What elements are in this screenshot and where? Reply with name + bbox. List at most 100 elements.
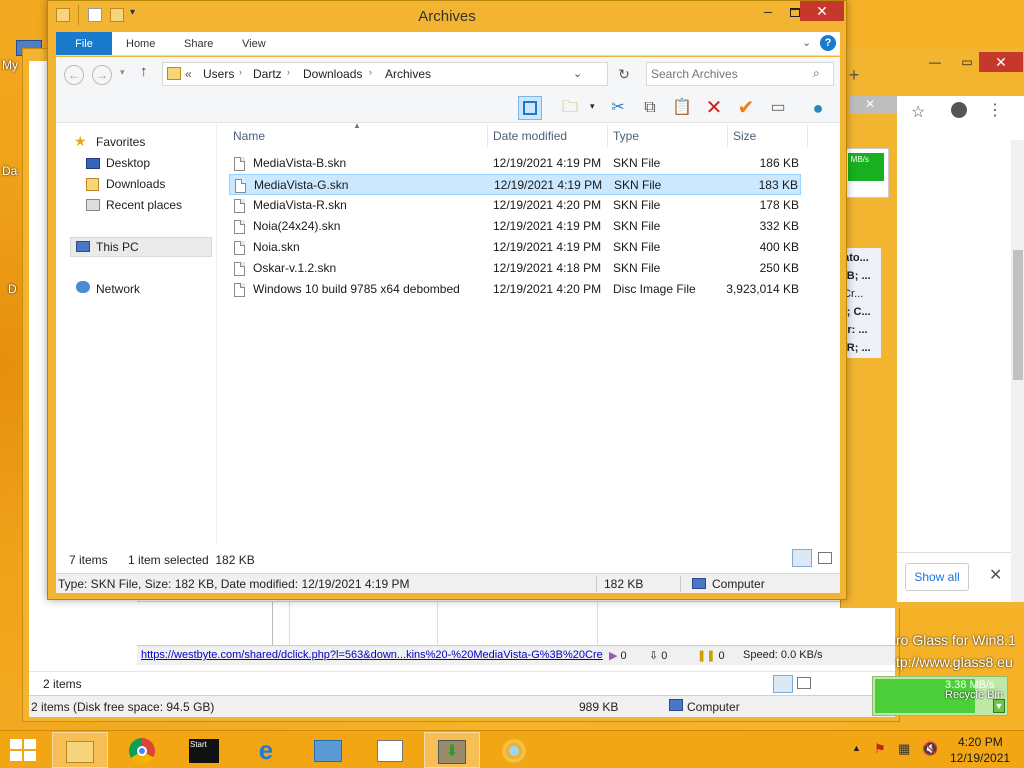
- cut-icon[interactable]: ✂: [606, 96, 630, 120]
- taskbar-chrome[interactable]: [114, 732, 170, 768]
- nav-desktop[interactable]: Desktop: [106, 153, 150, 173]
- show-all-button[interactable]: Show all: [905, 563, 969, 591]
- glass-line-1: ro Glass for Win8.1: [896, 632, 1016, 648]
- help-icon[interactable]: ?: [820, 35, 836, 51]
- file-row[interactable]: MediaVista-G.skn 12/19/2021 4:19 PM SKN Fi…: [229, 174, 801, 195]
- tray-chevron-up-icon[interactable]: ▲: [852, 743, 861, 753]
- windows-start-icon[interactable]: [10, 739, 36, 761]
- breadcrumb-dartz[interactable]: Dartz: [253, 67, 282, 81]
- clock-date[interactable]: 12/19/2021: [950, 751, 1010, 765]
- forward-icon[interactable]: →: [92, 65, 112, 85]
- file-icon: [234, 237, 245, 258]
- file-icon: [234, 258, 245, 279]
- file-size: 332 KB: [759, 219, 799, 233]
- up-icon[interactable]: ↑: [140, 63, 148, 80]
- file-row[interactable]: Oskar-v.1.2.skn 12/19/2021 4:18 PM SKN Fil…: [229, 258, 801, 279]
- chevron-right-icon[interactable]: ›: [239, 67, 242, 77]
- maximize-icon[interactable]: ▭: [955, 54, 979, 70]
- large-icons-view-icon[interactable]: [818, 552, 832, 564]
- nav-network[interactable]: Network: [96, 279, 140, 299]
- column-name[interactable]: Name: [233, 129, 265, 143]
- network-tray-icon[interactable]: ▦: [898, 741, 914, 757]
- chevron-down-icon[interactable]: ▼: [993, 699, 1005, 713]
- scrollbar-thumb[interactable]: [1013, 250, 1023, 380]
- column-date-modified[interactable]: Date modified: [493, 129, 567, 143]
- file-row[interactable]: MediaVista-R.skn 12/19/2021 4:20 PM SKN Fi…: [229, 195, 801, 216]
- close-icon[interactable]: ✕: [979, 52, 1023, 72]
- tiles-view-icon[interactable]: [797, 677, 811, 689]
- desktop-icon-d1[interactable]: Da: [2, 164, 17, 178]
- control-panel-icon: [314, 740, 342, 763]
- file-row[interactable]: Noia.skn 12/19/2021 4:19 PM SKN File 400 KB: [229, 237, 801, 258]
- nav-this-pc[interactable]: This PC: [96, 237, 139, 257]
- tab-home[interactable]: Home: [126, 32, 155, 55]
- breadcrumb-users[interactable]: Users: [203, 67, 234, 81]
- delete-icon[interactable]: ✕: [702, 96, 726, 120]
- star-icon[interactable]: ☆: [911, 102, 925, 122]
- taskbar-notepad[interactable]: [362, 732, 418, 768]
- column-type[interactable]: Type: [613, 129, 639, 143]
- taskbar-download-manager[interactable]: ⬇: [424, 732, 480, 768]
- copy-icon[interactable]: ⧉: [638, 96, 662, 120]
- taskbar-start-tile[interactable]: Start: [176, 732, 232, 768]
- rename-icon[interactable]: ▭: [766, 96, 790, 120]
- column-size[interactable]: Size: [733, 129, 756, 143]
- folder-options-icon[interactable]: 🗀: [558, 96, 582, 120]
- details-view-icon[interactable]: [773, 675, 793, 693]
- search-input[interactable]: [651, 65, 811, 83]
- search-icon[interactable]: ⌕: [813, 66, 820, 81]
- desktop-icon-my-computer[interactable]: My: [2, 58, 18, 72]
- file-date: 12/19/2021 4:19 PM: [494, 178, 603, 192]
- tab-view[interactable]: View: [242, 32, 266, 55]
- search-field[interactable]: ⌕: [646, 62, 834, 86]
- taskbar-control-panel[interactable]: [300, 732, 356, 768]
- back-icon[interactable]: ←: [64, 65, 84, 85]
- chevron-right-icon[interactable]: ›: [287, 67, 290, 77]
- expand-ribbon-icon[interactable]: ⌄: [802, 36, 811, 49]
- account-icon[interactable]: [951, 102, 967, 118]
- counter-2: ⇩ 0: [649, 650, 668, 662]
- title-bar[interactable]: ▾ Archives – ✕: [48, 1, 846, 31]
- paste-icon[interactable]: 📋: [670, 96, 694, 120]
- clock-time[interactable]: 4:20 PM: [958, 735, 1003, 749]
- taskbar-file-explorer[interactable]: [52, 732, 108, 768]
- recycle-bin-gadget[interactable]: 3.38 MB/s Recycle Bin ▼: [872, 676, 1008, 716]
- taskbar-internet-explorer[interactable]: e: [238, 732, 294, 768]
- download-url[interactable]: https://westbyte.com/shared/dclick.php?l…: [141, 649, 607, 661]
- minimize-icon[interactable]: –: [754, 4, 782, 22]
- item-count: 7 items: [69, 553, 108, 567]
- breadcrumb-downloads[interactable]: Downloads: [303, 67, 362, 81]
- file-row[interactable]: Noia(24x24).skn 12/19/2021 4:19 PM SKN Fil…: [229, 216, 801, 237]
- volume-muted-icon[interactable]: 🔇: [922, 741, 938, 757]
- menu-icon[interactable]: ⋮: [987, 100, 1003, 120]
- address-dropdown-icon[interactable]: ⌄: [573, 67, 582, 80]
- globe-icon[interactable]: ●: [806, 96, 830, 120]
- close-downloads-icon[interactable]: ✕: [989, 565, 1002, 585]
- preview-pane-icon[interactable]: [518, 96, 542, 120]
- file-date: 12/19/2021 4:19 PM: [493, 240, 602, 254]
- check-icon[interactable]: ✔: [734, 96, 758, 120]
- breadcrumb-archives[interactable]: Archives: [385, 67, 431, 81]
- file-row[interactable]: Windows 10 build 9785 x64 debombed 12/19/…: [229, 279, 801, 300]
- tab-file[interactable]: File: [56, 32, 112, 55]
- options-dropdown-icon[interactable]: ▾: [590, 101, 595, 112]
- nav-this-pc-highlight[interactable]: [70, 237, 212, 257]
- action-center-icon[interactable]: ⚑: [874, 741, 890, 757]
- tab-share[interactable]: Share: [184, 32, 213, 55]
- breadcrumb-overflow[interactable]: «: [185, 67, 192, 81]
- ribbon-tabs: File Home Share View ⌄ ?: [56, 32, 840, 56]
- address-field[interactable]: « Users › Dartz › Downloads › Archives ⌄: [162, 62, 608, 86]
- nav-recent-places[interactable]: Recent places: [106, 195, 182, 215]
- taskbar-update[interactable]: [486, 732, 542, 768]
- nav-downloads[interactable]: Downloads: [106, 174, 165, 194]
- minimize-icon[interactable]: —: [915, 54, 955, 70]
- chevron-right-icon[interactable]: ›: [369, 67, 372, 77]
- recent-locations-icon[interactable]: ▾: [120, 67, 125, 78]
- file-row[interactable]: MediaVista-B.skn 12/19/2021 4:19 PM SKN Fi…: [229, 153, 801, 174]
- nav-favorites[interactable]: Favorites: [96, 132, 145, 152]
- tab-close-icon[interactable]: ✕: [865, 97, 875, 111]
- details-view-icon[interactable]: [792, 549, 812, 567]
- refresh-icon[interactable]: ↻: [612, 63, 636, 87]
- desktop-icon-d2[interactable]: D: [8, 282, 17, 296]
- close-icon[interactable]: ✕: [800, 1, 844, 21]
